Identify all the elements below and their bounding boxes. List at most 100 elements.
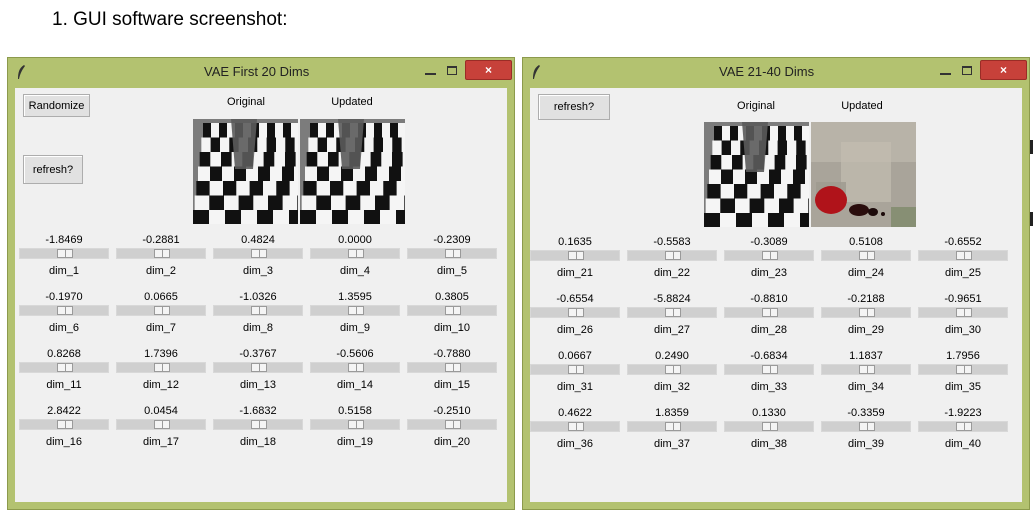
slider-handle[interactable]	[665, 422, 681, 431]
dim-slider[interactable]	[310, 248, 400, 259]
dim-slider[interactable]	[530, 421, 620, 432]
maximize-button[interactable]	[957, 60, 977, 80]
dim-name-label: dim_35	[944, 381, 982, 393]
slider-handle[interactable]	[154, 306, 170, 315]
slider-handle[interactable]	[956, 365, 972, 374]
slider-handle[interactable]	[348, 363, 364, 372]
dim-slider[interactable]	[116, 248, 206, 259]
slider-handle[interactable]	[154, 420, 170, 429]
dim-slider[interactable]	[310, 305, 400, 316]
dim-slider[interactable]	[213, 248, 303, 259]
dim-slider[interactable]	[19, 305, 109, 316]
slider-handle[interactable]	[762, 422, 778, 431]
slider-handle[interactable]	[568, 365, 584, 374]
slider-handle[interactable]	[348, 420, 364, 429]
dim-value: 1.3595	[338, 291, 372, 303]
slider-handle[interactable]	[348, 306, 364, 315]
slider-handle[interactable]	[956, 422, 972, 431]
dim-slider[interactable]	[19, 248, 109, 259]
slider-handle[interactable]	[445, 363, 461, 372]
slider-handle[interactable]	[665, 365, 681, 374]
slider-handle[interactable]	[348, 249, 364, 258]
close-button[interactable]: ×	[465, 60, 512, 80]
dim-slider[interactable]	[627, 421, 717, 432]
slider-handle[interactable]	[154, 363, 170, 372]
slider-handle[interactable]	[57, 306, 73, 315]
randomize-button[interactable]: Randomize	[23, 94, 90, 117]
dim-slider[interactable]	[724, 250, 814, 261]
dim-slider[interactable]	[407, 419, 497, 430]
dim-slider[interactable]	[530, 250, 620, 261]
dim-slider[interactable]	[310, 362, 400, 373]
dim-slider[interactable]	[310, 419, 400, 430]
dim-slider[interactable]	[724, 364, 814, 375]
minimize-button[interactable]	[935, 60, 955, 80]
dim-name-label: dim_34	[847, 381, 885, 393]
slider-handle[interactable]	[57, 363, 73, 372]
dim-slider[interactable]	[407, 305, 497, 316]
dim-slider[interactable]	[116, 362, 206, 373]
slider-handle[interactable]	[956, 308, 972, 317]
dim-slider[interactable]	[213, 305, 303, 316]
dim-slider[interactable]	[407, 248, 497, 259]
dim-slider[interactable]	[918, 250, 1008, 261]
dim-slider[interactable]	[821, 250, 911, 261]
dim-slider[interactable]	[627, 364, 717, 375]
dim-control: -0.8810 dim_28	[724, 293, 814, 343]
slider-handle[interactable]	[251, 249, 267, 258]
dim-slider[interactable]	[821, 364, 911, 375]
dim-slider[interactable]	[19, 419, 109, 430]
dim-slider[interactable]	[724, 421, 814, 432]
slider-handle[interactable]	[445, 306, 461, 315]
slider-handle[interactable]	[762, 251, 778, 260]
slider-handle[interactable]	[568, 308, 584, 317]
slider-handle[interactable]	[57, 420, 73, 429]
dim-control: 0.1330 dim_38	[724, 407, 814, 457]
window-client: Randomize refresh? Original Updated -1.8…	[15, 88, 507, 502]
title-bar[interactable]: VAE 21-40 Dims ×	[523, 58, 1029, 88]
dim-slider[interactable]	[19, 362, 109, 373]
dim-slider[interactable]	[821, 421, 911, 432]
close-button[interactable]: ×	[980, 60, 1027, 80]
slider-handle[interactable]	[445, 420, 461, 429]
slider-handle[interactable]	[665, 251, 681, 260]
dim-slider[interactable]	[116, 419, 206, 430]
slider-handle[interactable]	[57, 249, 73, 258]
maximize-button[interactable]	[442, 60, 462, 80]
dim-slider[interactable]	[627, 250, 717, 261]
slider-handle[interactable]	[762, 365, 778, 374]
dim-slider[interactable]	[918, 364, 1008, 375]
dim-slider[interactable]	[213, 419, 303, 430]
title-bar[interactable]: VAE First 20 Dims ×	[8, 58, 514, 88]
slider-handle[interactable]	[665, 308, 681, 317]
dim-slider[interactable]	[724, 307, 814, 318]
slider-handle[interactable]	[859, 365, 875, 374]
slider-handle[interactable]	[859, 422, 875, 431]
dim-slider[interactable]	[918, 421, 1008, 432]
dim-control: -0.2510 dim_20	[407, 405, 497, 455]
dim-slider[interactable]	[530, 364, 620, 375]
dim-slider[interactable]	[821, 307, 911, 318]
slider-handle[interactable]	[251, 420, 267, 429]
dim-name-label: dim_37	[653, 438, 691, 450]
slider-handle[interactable]	[956, 251, 972, 260]
slider-handle[interactable]	[859, 308, 875, 317]
dim-slider[interactable]	[116, 305, 206, 316]
refresh-button[interactable]: refresh?	[538, 94, 610, 120]
dim-name-label: dim_13	[239, 379, 277, 391]
slider-handle[interactable]	[859, 251, 875, 260]
slider-handle[interactable]	[445, 249, 461, 258]
slider-handle[interactable]	[251, 306, 267, 315]
dim-slider[interactable]	[530, 307, 620, 318]
dim-slider[interactable]	[407, 362, 497, 373]
slider-handle[interactable]	[568, 251, 584, 260]
dim-slider[interactable]	[918, 307, 1008, 318]
slider-handle[interactable]	[568, 422, 584, 431]
dim-slider[interactable]	[213, 362, 303, 373]
refresh-button[interactable]: refresh?	[23, 155, 83, 184]
slider-handle[interactable]	[762, 308, 778, 317]
dim-slider[interactable]	[627, 307, 717, 318]
slider-handle[interactable]	[251, 363, 267, 372]
minimize-button[interactable]	[420, 60, 440, 80]
slider-handle[interactable]	[154, 249, 170, 258]
